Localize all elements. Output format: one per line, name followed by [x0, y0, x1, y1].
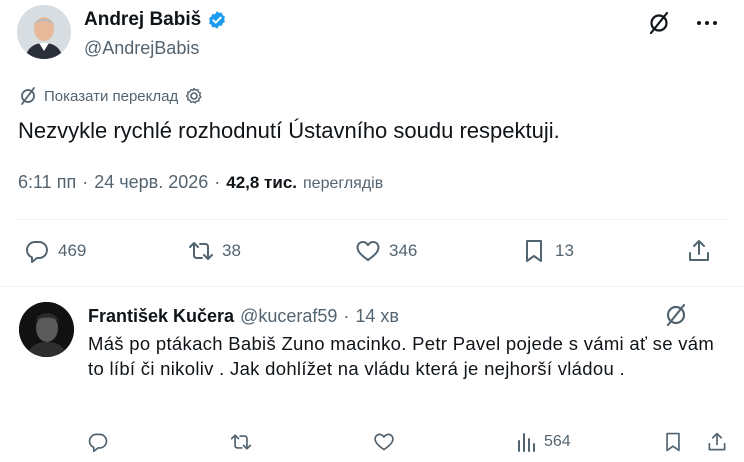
repost-count: 38 — [222, 241, 241, 260]
reply-icon — [26, 241, 48, 263]
no-translate-icon[interactable] — [662, 301, 690, 329]
bookmark-icon — [526, 240, 542, 262]
reply-repost-button[interactable] — [230, 431, 252, 453]
like-icon — [374, 433, 394, 451]
reply-views-count: 564 — [544, 433, 571, 450]
show-translation-label[interactable]: Показати переклад — [44, 88, 178, 105]
post-meta: 6:11 пп · 24 черв. 2026 · 42,8 тис. пере… — [18, 172, 383, 193]
reply-actions: 564 — [0, 429, 744, 457]
bookmark-count: 13 — [555, 241, 574, 260]
like-button[interactable]: 346 — [355, 238, 417, 264]
reply-button[interactable]: 469 — [24, 238, 86, 264]
share-icon — [708, 432, 726, 451]
views-icon — [518, 433, 535, 452]
reply-header: František Kučera @kuceraf59 · 14 хв — [88, 306, 399, 327]
post-time[interactable]: 6:11 пп — [18, 172, 76, 193]
reply-share-button[interactable] — [706, 431, 728, 453]
gear-icon[interactable] — [184, 86, 204, 106]
reply-author-name[interactable]: František Kučera — [88, 306, 234, 327]
divider — [18, 219, 726, 220]
reply-count: 469 — [58, 241, 87, 260]
no-translate-icon[interactable] — [646, 10, 672, 36]
reply-bookmark-button[interactable] — [662, 431, 684, 453]
views-label: переглядів — [303, 175, 384, 192]
author-name-row[interactable]: Andrej Babiš — [84, 9, 227, 31]
share-icon — [689, 240, 709, 261]
meta-separator: · — [82, 172, 89, 192]
post-actions: 469 38 346 13 — [0, 236, 744, 268]
post-top-actions — [646, 10, 720, 36]
author-name[interactable]: Andrej Babiš — [84, 9, 201, 31]
reply-icon — [88, 433, 108, 453]
repost-icon — [189, 242, 213, 260]
like-icon — [356, 241, 380, 261]
post-date[interactable]: 24 черв. 2026 — [94, 172, 208, 193]
reply-avatar[interactable] — [19, 302, 74, 357]
more-icon[interactable] — [694, 10, 720, 36]
meta-separator: · — [214, 172, 221, 192]
author-handle[interactable]: @AndrejBabis — [84, 38, 199, 59]
main-post: Andrej Babiš @AndrejBabis Показати перек… — [0, 0, 744, 288]
author-avatar[interactable] — [17, 5, 71, 59]
reply-time[interactable]: 14 хв — [355, 306, 399, 327]
reply-separator: · — [343, 306, 350, 326]
reply-text: Máš po ptákach Babiš Zuno macinko. Petr … — [88, 333, 715, 379]
like-count: 346 — [389, 241, 418, 260]
reply-like-button[interactable] — [373, 431, 395, 453]
share-button[interactable] — [686, 238, 712, 264]
reply-reply-button[interactable] — [87, 431, 109, 453]
bookmark-icon — [666, 432, 680, 452]
reply-author-handle[interactable]: @kuceraf59 — [240, 306, 337, 327]
repost-icon — [230, 434, 252, 450]
reply-post[interactable]: František Kučera @kuceraf59 · 14 хв Máš … — [0, 287, 744, 462]
bookmark-button[interactable]: 13 — [521, 238, 574, 264]
no-translate-small-icon — [21, 87, 35, 105]
reply-views-button[interactable]: 564 — [516, 431, 571, 453]
repost-button[interactable]: 38 — [188, 238, 241, 264]
views-count: 42,8 тис. — [226, 173, 297, 192]
post-text: Nezvykle rychlé rozhodnutí Ústavního sou… — [18, 118, 560, 143]
verified-badge-icon — [209, 11, 226, 29]
show-translation[interactable]: Показати переклад — [18, 86, 204, 106]
